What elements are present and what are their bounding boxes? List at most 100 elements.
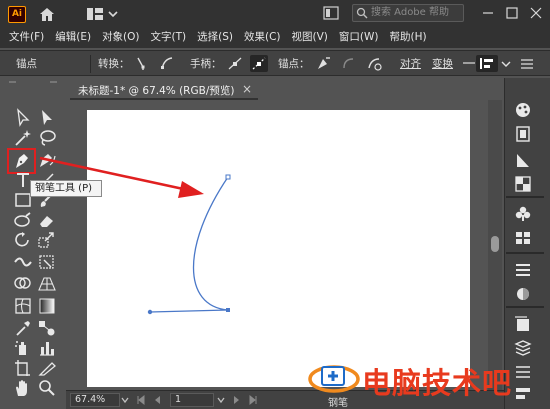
menu-type[interactable]: 文字(T) — [151, 28, 187, 48]
convert-label: 转换： — [98, 58, 130, 70]
home-icon[interactable] — [38, 6, 56, 22]
hide-handles-icon[interactable] — [250, 55, 268, 72]
gradient-panel-icon[interactable] — [512, 150, 534, 170]
control-bar: 锚点 转换： 手柄： 锚点： 对齐 变换 — [0, 50, 550, 76]
menu-object[interactable]: 对象(O) — [102, 28, 139, 48]
menu-select[interactable]: 选择(S) — [197, 28, 233, 48]
divider — [90, 55, 91, 73]
column-graph-icon[interactable] — [36, 338, 58, 358]
zoom-dropdown-icon[interactable] — [120, 394, 130, 406]
width-tool-icon[interactable] — [12, 252, 34, 272]
last-artboard-icon[interactable] — [248, 394, 258, 406]
pen-path-drawing[interactable] — [87, 110, 470, 387]
eraser-icon[interactable] — [36, 210, 58, 230]
shape-builder-icon[interactable] — [12, 274, 34, 294]
search-input[interactable]: 搜索 Adobe 帮助 — [352, 4, 464, 22]
document-tab[interactable]: 未标题-1* @ 67.4% (RGB/预览) × — [70, 80, 258, 100]
appearance-icon[interactable] — [512, 284, 534, 304]
remove-anchor-icon[interactable] — [314, 55, 332, 72]
anchor-point-start — [147, 309, 153, 315]
menu-window[interactable]: 窗口(W) — [339, 28, 379, 48]
artboard-dropdown-icon[interactable] — [216, 394, 226, 406]
properties-icon[interactable] — [512, 124, 534, 144]
watermark: 电脑技术吧 — [308, 356, 550, 404]
panel-divider — [506, 252, 544, 254]
maximize-icon[interactable] — [502, 4, 522, 22]
path-segment-curve — [192, 176, 229, 311]
gradient-tool-icon[interactable] — [36, 296, 58, 316]
artboard-tool-icon[interactable] — [12, 358, 34, 378]
search-placeholder: 搜索 Adobe 帮助 — [371, 7, 449, 18]
blend-tool-icon[interactable] — [36, 318, 58, 338]
transform-link[interactable]: 变换 — [432, 56, 453, 71]
arrange-documents-icon[interactable] — [322, 4, 340, 22]
menu-view[interactable]: 视图(V) — [292, 28, 328, 48]
next-artboard-icon[interactable] — [232, 394, 242, 406]
anchor-point-end — [225, 174, 231, 180]
menu-bar: 文件(F) 编辑(E) 对象(O) 文字(T) 选择(S) 效果(C) 视图(V… — [0, 28, 550, 48]
scrollbar-thumb[interactable] — [491, 236, 499, 252]
anchors-label: 锚点： — [278, 58, 310, 70]
watermark-logo-icon — [308, 365, 360, 393]
hand-tool-icon[interactable] — [12, 378, 34, 398]
free-transform-icon[interactable] — [36, 252, 58, 272]
close-tab-icon[interactable]: × — [242, 82, 252, 96]
panel-menu-icon[interactable] — [518, 55, 536, 72]
panel-divider — [506, 196, 544, 198]
anchor-point-label: 锚点 — [16, 58, 37, 70]
curvature-tool-icon[interactable] — [36, 150, 58, 170]
symbol-sprayer-icon[interactable] — [12, 338, 34, 358]
panel-divider — [506, 306, 544, 308]
search-icon — [356, 7, 368, 19]
pen-tool-tooltip: 钢笔工具 (P) — [30, 180, 102, 197]
minimize-icon[interactable] — [478, 4, 498, 22]
previous-artboard-icon[interactable] — [152, 394, 162, 406]
magic-wand-icon[interactable] — [12, 128, 34, 148]
shaper-tool-icon[interactable] — [12, 210, 34, 230]
show-handles-icon[interactable] — [226, 55, 244, 72]
panel-grip[interactable] — [8, 80, 58, 84]
path-segment-straight — [149, 309, 229, 313]
scale-tool-icon[interactable] — [36, 230, 58, 250]
menu-effect[interactable]: 效果(C) — [244, 28, 281, 48]
anchor-point-corner — [226, 308, 230, 312]
color-guide-icon[interactable] — [512, 100, 534, 120]
menu-file[interactable]: 文件(F) — [9, 28, 44, 48]
watermark-text: 电脑技术吧 — [362, 366, 513, 400]
vertical-scrollbar[interactable] — [488, 100, 502, 390]
close-icon[interactable] — [526, 4, 546, 22]
menu-edit[interactable]: 编辑(E) — [55, 28, 91, 48]
slice-tool-icon[interactable] — [36, 358, 58, 378]
align-to-selection-icon[interactable] — [476, 55, 498, 72]
symbols-icon[interactable] — [512, 204, 534, 224]
artboard-number-field[interactable]: 1 — [170, 393, 214, 407]
artboard[interactable] — [87, 110, 470, 387]
stroke-icon[interactable] — [512, 260, 534, 280]
connect-anchors-icon[interactable] — [340, 55, 358, 72]
document-tab-title: 未标题-1* @ 67.4% (RGB/预览) — [78, 85, 235, 97]
direct-selection-icon[interactable] — [36, 108, 58, 128]
lasso-icon[interactable] — [36, 128, 58, 148]
swatches-icon[interactable] — [512, 228, 534, 248]
eyedropper-icon[interactable] — [12, 318, 34, 338]
first-artboard-icon[interactable] — [136, 394, 146, 406]
convert-to-corner-icon[interactable] — [134, 55, 152, 72]
zoom-level-field[interactable]: 67.4% — [70, 393, 120, 407]
mesh-tool-icon[interactable] — [12, 296, 34, 316]
workspace-layout-icon[interactable] — [86, 6, 120, 22]
zoom-tool-icon[interactable] — [36, 378, 58, 398]
convert-to-smooth-icon[interactable] — [158, 55, 176, 72]
transparency-icon[interactable] — [512, 174, 534, 194]
app-logo: Ai — [8, 6, 26, 23]
handles-label: 手柄： — [190, 58, 222, 70]
cut-path-icon[interactable] — [366, 55, 384, 72]
menu-help[interactable]: 帮助(H) — [390, 28, 427, 48]
rotate-tool-icon[interactable] — [12, 230, 34, 250]
selection-tool-icon[interactable] — [12, 108, 34, 128]
chevron-down-icon[interactable] — [500, 55, 512, 72]
layers-icon[interactable] — [512, 338, 534, 358]
perspective-grid-icon[interactable] — [36, 274, 58, 294]
align-link[interactable]: 对齐 — [400, 56, 421, 71]
title-bar: Ai 搜索 Adobe 帮助 — [0, 0, 550, 28]
graphic-styles-icon[interactable] — [512, 314, 534, 334]
